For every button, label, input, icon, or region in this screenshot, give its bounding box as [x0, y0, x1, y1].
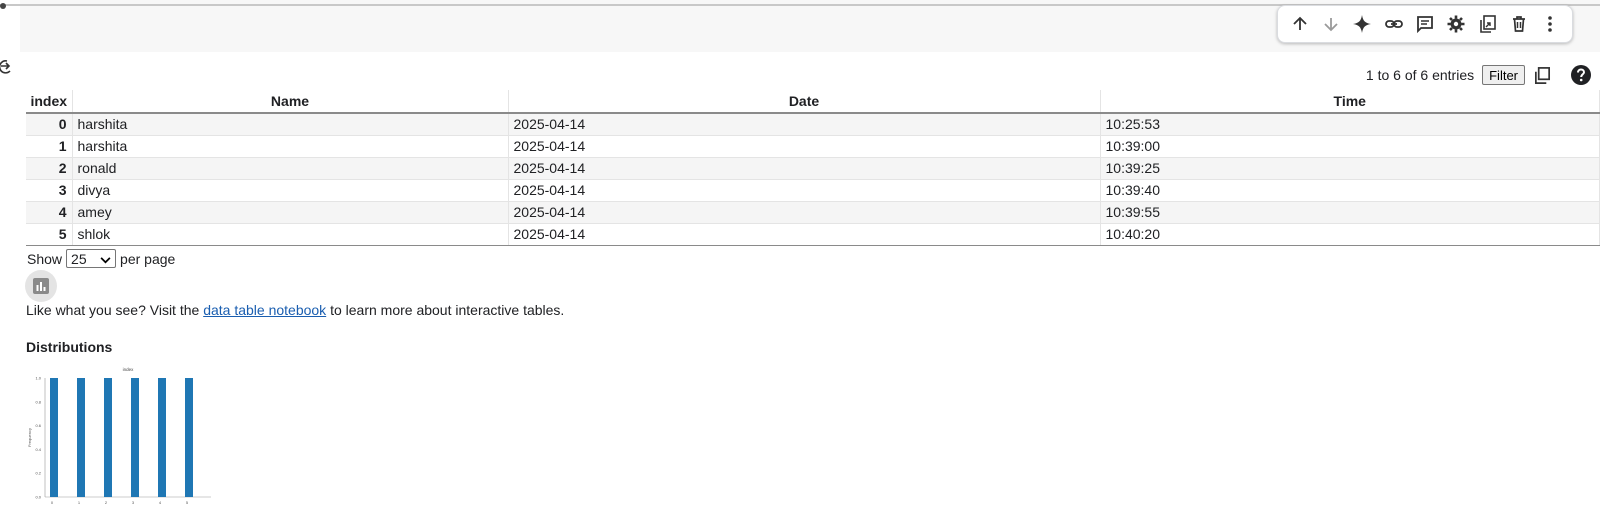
output-actions-icon[interactable]: [0, 58, 14, 76]
gear-icon[interactable]: [1441, 9, 1472, 39]
histogram-bar: [131, 378, 139, 497]
cell-date: 2025-04-14: [508, 135, 1101, 158]
cell-date: 2025-04-14: [508, 223, 1101, 246]
y-tick-label: 0.2: [35, 471, 41, 476]
entries-count: 1 to 6 of 6 entries: [1365, 67, 1475, 83]
cell-index: 5: [26, 223, 73, 246]
table-row: 2 ronald 2025-04-14 10:39:25: [26, 157, 1600, 180]
cell-name: divya: [72, 179, 509, 202]
column-header-index[interactable]: index: [26, 90, 73, 114]
cell-index: 0: [26, 113, 73, 136]
x-tick-label: 3: [132, 500, 135, 505]
more-vert-icon[interactable]: [1535, 9, 1566, 39]
show-label: Show: [27, 250, 63, 267]
page-size-control: Show 25 per page: [27, 249, 175, 268]
cell-index: 3: [26, 179, 73, 202]
x-tick-label: 0: [51, 500, 54, 505]
column-header-date[interactable]: Date: [508, 90, 1101, 114]
x-tick-label: 4: [159, 500, 162, 505]
chart-title: index: [123, 367, 135, 372]
cell-index: 4: [26, 201, 73, 224]
cell-time: 10:39:00: [1100, 135, 1600, 158]
mirror-cell-icon[interactable]: [1472, 9, 1503, 39]
table-controls: 1 to 6 of 6 entries Filter: [1366, 62, 1592, 88]
cell-time: 10:25:53: [1100, 113, 1600, 136]
arrow-up-icon[interactable]: [1284, 9, 1315, 39]
cell-toolbar: [1277, 5, 1573, 43]
chevron-down-icon: [100, 251, 111, 267]
x-tick-label: 1: [78, 500, 81, 505]
column-header-time[interactable]: Time: [1100, 90, 1600, 114]
copy-icon[interactable]: [1533, 66, 1552, 85]
cell-time: 10:39:55: [1100, 201, 1600, 224]
cell-date: 2025-04-14: [508, 201, 1101, 224]
data-table-notebook-link[interactable]: data table notebook: [203, 302, 326, 318]
cell-name: amey: [72, 201, 509, 224]
sparkle-icon[interactable]: [1347, 9, 1378, 39]
cell-time: 10:39:25: [1100, 157, 1600, 180]
filter-button[interactable]: Filter: [1482, 65, 1525, 85]
table-row: 4 amey 2025-04-14 10:39:55: [26, 201, 1600, 224]
x-tick-label: 2: [105, 500, 108, 505]
cell-marker: [0, 3, 6, 9]
data-table: index Name Date Time 0 harshita 2025-04-…: [26, 90, 1600, 246]
promo-suffix: to learn more about interactive tables.: [330, 302, 565, 318]
comment-icon[interactable]: [1409, 9, 1440, 39]
promo-text: Like what you see? Visit the data table …: [26, 302, 564, 318]
x-tick-label: 5: [186, 500, 189, 505]
y-tick-label: 0.6: [35, 423, 41, 428]
arrow-down-icon[interactable]: [1315, 9, 1346, 39]
y-tick-label: 0.0: [35, 495, 41, 500]
histogram-bar: [158, 378, 166, 497]
per-page-label: per page: [120, 250, 176, 267]
cell-date: 2025-04-14: [508, 179, 1101, 202]
y-tick-label: 0.4: [35, 447, 41, 452]
y-tick-label: 0.8: [35, 399, 41, 404]
table-row: 3 divya 2025-04-14 10:39:40: [26, 179, 1600, 202]
page-size-value: 25: [71, 250, 87, 267]
cell-name: harshita: [72, 113, 509, 136]
cell-name: ronald: [72, 157, 509, 180]
histogram-bar: [104, 378, 112, 497]
table-row: 5 shlok 2025-04-14 10:40:20: [26, 223, 1600, 246]
suggest-charts-button[interactable]: [25, 270, 57, 302]
cell-date: 2025-04-14: [508, 157, 1101, 180]
page-size-select[interactable]: 25: [66, 249, 117, 268]
histogram-bar: [77, 378, 85, 497]
y-tick-label: 1.0: [35, 376, 41, 381]
table-row: 1 harshita 2025-04-14 10:39:00: [26, 135, 1600, 158]
histogram-bar: [185, 378, 193, 497]
cell-index: 2: [26, 157, 73, 180]
cell-date: 2025-04-14: [508, 113, 1101, 136]
histogram-bar: [50, 378, 58, 497]
distributions-heading: Distributions: [26, 339, 113, 355]
help-icon[interactable]: [1570, 64, 1592, 86]
bar-chart-icon: [33, 278, 49, 294]
column-header-name[interactable]: Name: [72, 90, 509, 114]
cell-time: 10:39:40: [1100, 179, 1600, 202]
cell-name: shlok: [72, 223, 509, 246]
index-distribution-chart: index 0.0 0.2 0.4 0.6 0.8 1.0 Frequency 0 1 2 3 4 5: [27, 367, 211, 505]
promo-prefix: Like what you see? Visit the: [26, 302, 200, 318]
cell-name: harshita: [72, 135, 509, 158]
cell-time: 10:40:20: [1100, 223, 1600, 246]
link-icon[interactable]: [1378, 9, 1409, 39]
cell-index: 1: [26, 135, 73, 158]
table-header-row: index Name Date Time: [26, 90, 1600, 114]
y-axis-label: Frequency: [27, 428, 32, 447]
table-row: 0 harshita 2025-04-14 10:25:53: [26, 113, 1600, 136]
trash-icon[interactable]: [1503, 9, 1534, 39]
